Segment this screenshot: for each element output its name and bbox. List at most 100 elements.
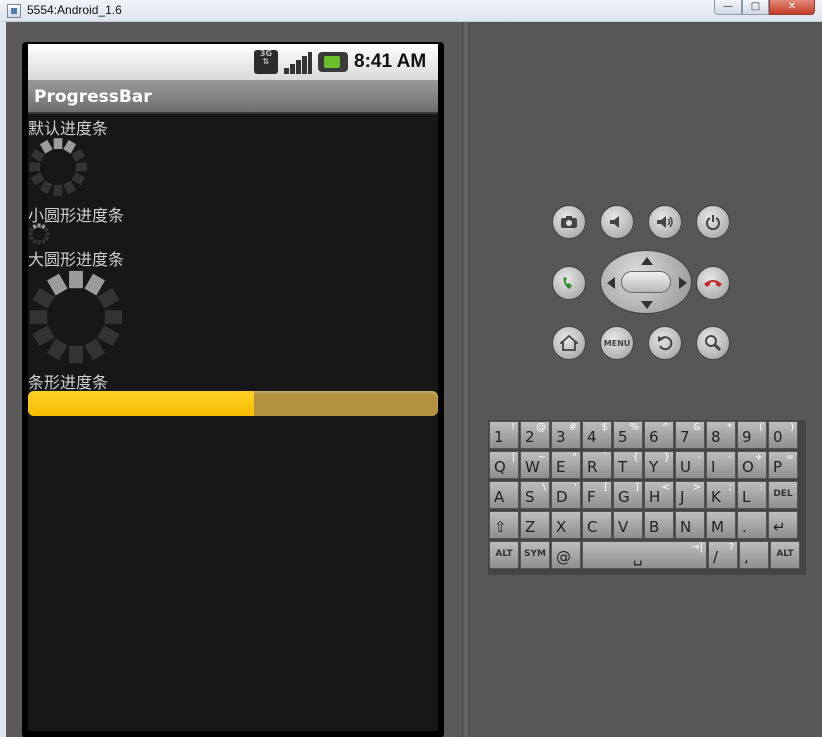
device-screen: 3G ⇅ 8:41 AM ProgressBar 默认进度条 小圆形进度条 大圆形… [28,44,438,731]
search-button[interactable] [696,326,730,360]
power-button[interactable] [696,205,730,239]
key-2[interactable]: 2 @ [520,421,550,449]
spinner-segment [63,139,77,154]
key-1[interactable]: 1! [489,421,519,449]
volume-down-button[interactable] [600,205,634,239]
key-.[interactable]: . [737,511,767,539]
key-alt-left[interactable]: ALT [489,541,519,569]
key-l[interactable]: L: [737,481,767,509]
key-t[interactable]: T{ [613,451,643,479]
dpad-left-icon[interactable] [607,277,615,289]
key-m[interactable]: M [706,511,736,539]
home-icon [560,335,578,351]
status-time: 8:41 AM [354,51,427,72]
app-title-bar: ProgressBar [28,80,438,114]
dpad-right-icon[interactable] [679,277,687,289]
spinner-segment [39,180,53,195]
key-5[interactable]: 5% [613,421,643,449]
key-alt-right[interactable]: ALT [770,541,800,569]
key-space[interactable]: ␣ →| [582,541,707,569]
spinner-segment [32,224,38,230]
key-6[interactable]: 6 ^ [644,421,674,449]
key-del[interactable]: DEL [768,481,798,509]
key-sym[interactable]: SYM [520,541,550,569]
key-j[interactable]: J > [675,481,705,509]
maximize-button[interactable]: □ [742,0,769,15]
default-spinner [29,138,87,196]
key-n[interactable]: N [675,511,705,539]
spinner-segment [46,338,68,361]
signal-strength-icon [284,52,312,74]
key-b[interactable]: B [644,511,674,539]
spinner-segment [84,338,106,361]
key-d[interactable]: D ' [551,481,581,509]
key-z[interactable]: Z [520,511,550,539]
key-f[interactable]: F[ [582,481,612,509]
spinner-segment [29,227,35,233]
dpad-down-icon[interactable] [641,301,653,309]
search-icon [705,335,722,352]
app-title: ProgressBar [34,87,152,107]
status-bar: 3G ⇅ 8:41 AM [28,44,438,80]
key-g[interactable]: G] [613,481,643,509]
volume-up-button[interactable] [648,205,682,239]
spinner-segment [40,238,46,244]
end-call-icon [704,280,722,287]
key-u[interactable]: U- [675,451,705,479]
key-a[interactable]: A [489,481,519,509]
menu-button[interactable]: MENU [600,326,634,360]
spinner-segment [43,227,49,233]
key-p[interactable]: P = [768,451,798,479]
volume-down-icon [610,216,619,228]
key-x[interactable]: X [551,511,581,539]
large-spinner [29,270,123,364]
call-button[interactable] [552,266,586,300]
key-3[interactable]: 3 # [551,421,581,449]
volume-up-icon [657,216,673,228]
key-enter[interactable]: ↵ [768,511,798,539]
key-at[interactable]: @ [551,541,581,569]
home-button[interactable] [552,326,586,360]
back-icon [658,336,673,351]
dpad[interactable] [600,250,692,314]
key-7[interactable]: 7 & [675,421,705,449]
dpad-center-button[interactable] [621,271,671,293]
key-y[interactable]: Y} [644,451,674,479]
key-s[interactable]: S \ [520,481,550,509]
key-e[interactable]: E " [551,451,581,479]
back-button[interactable] [648,326,682,360]
camera-icon [561,216,577,228]
minimize-button[interactable]: — [714,0,742,15]
key-h[interactable]: H < [644,481,674,509]
spinner-segment [29,235,35,241]
key-w[interactable]: W ~ [520,451,550,479]
key-0[interactable]: 0) [768,421,798,449]
spinner-segment [97,325,120,347]
emulator-divider [462,22,470,737]
spinner-segment [71,148,86,162]
camera-button[interactable] [552,205,586,239]
key-9[interactable]: 9( [737,421,767,449]
spinner-segment [84,273,106,296]
label-horizontal-progress: 条形进度条 [28,373,109,392]
key-slash[interactable]: /? [708,541,738,569]
key-comma[interactable]: , [739,541,769,569]
dpad-up-icon[interactable] [641,257,653,265]
key-c[interactable]: C [582,511,612,539]
key-shift[interactable]: ⇧ [489,511,519,539]
emulator-right-panel: MENU 1! 2 @3 #4 $5% 6 ^ 7 & 8 * 9(0) Q | W ~ E " R ` T{Y} U - I… [470,22,822,737]
close-button[interactable]: ✕ [769,0,815,15]
key-i[interactable]: I- [706,451,736,479]
key-o[interactable]: O + [737,451,767,479]
key-4[interactable]: 4 $ [582,421,612,449]
call-icon [563,277,572,289]
key-v[interactable]: V [613,511,643,539]
end-call-button[interactable] [696,266,730,300]
key-r[interactable]: R ` [582,451,612,479]
spinner-segment [30,172,45,186]
key-k[interactable]: K; [706,481,736,509]
key-q[interactable]: Q | [489,451,519,479]
window-title: 5554:Android_1.6 [27,3,122,17]
spinner-segment [97,287,120,309]
key-8[interactable]: 8 * [706,421,736,449]
